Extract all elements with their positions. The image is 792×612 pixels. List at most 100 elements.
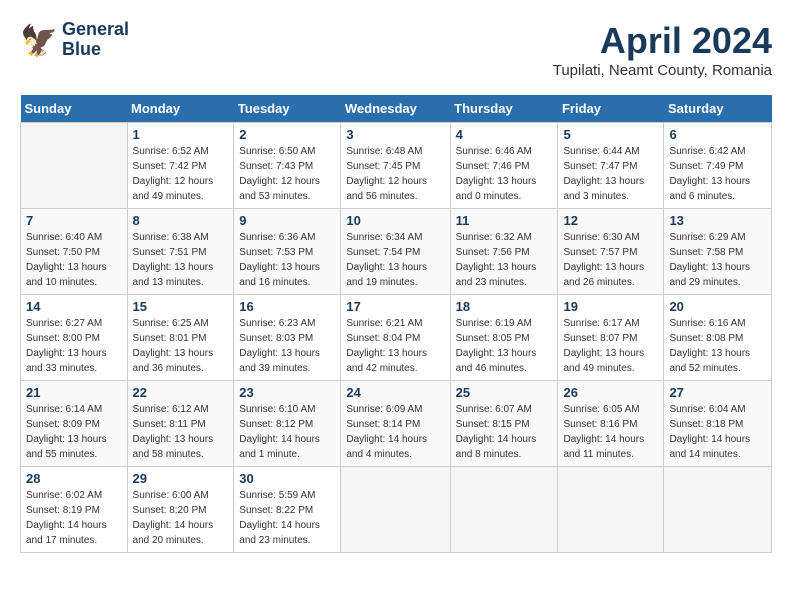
day-cell: 27 Sunrise: 6:04 AM Sunset: 8:18 PM Dayli… xyxy=(664,381,772,467)
day-cell: 10 Sunrise: 6:34 AM Sunset: 7:54 PM Dayli… xyxy=(341,209,450,295)
day-cell: 30Sunrise: 5:59 AM Sunset: 8:22 PM Dayli… xyxy=(234,467,341,553)
day-cell: 21Sunrise: 6:14 AM Sunset: 8:09 PM Dayli… xyxy=(21,381,128,467)
calendar-body: 1 Sunrise: 6:52 AM Sunset: 7:42 PM Daylig… xyxy=(21,123,772,553)
day-number: 19 xyxy=(563,299,658,314)
day-cell: 3 Sunrise: 6:48 AM Sunset: 7:45 PM Daylig… xyxy=(341,123,450,209)
day-info: Sunrise: 6:19 AM Sunset: 8:05 PM Dayligh… xyxy=(456,316,553,376)
day-number: 17 xyxy=(346,299,444,314)
week-row-4: 21Sunrise: 6:14 AM Sunset: 8:09 PM Dayli… xyxy=(21,381,772,467)
day-info: Sunrise: 6:34 AM Sunset: 7:54 PM Dayligh… xyxy=(346,230,444,290)
day-info: Sunrise: 6:00 AM Sunset: 8:20 PM Dayligh… xyxy=(133,488,229,548)
day-info: Sunrise: 6:05 AM Sunset: 8:16 PM Dayligh… xyxy=(563,402,658,462)
day-info: Sunrise: 6:38 AM Sunset: 7:51 PM Dayligh… xyxy=(133,230,229,290)
week-row-5: 28 Sunrise: 6:02 AM Sunset: 8:19 PM Dayli… xyxy=(21,467,772,553)
day-number: 26 xyxy=(563,385,658,400)
day-cell: 29 Sunrise: 6:00 AM Sunset: 8:20 PM Dayli… xyxy=(127,467,234,553)
day-cell: 20Sunrise: 6:16 AM Sunset: 8:08 PM Dayli… xyxy=(664,295,772,381)
logo-line2: Blue xyxy=(62,40,129,60)
day-cell: 1 Sunrise: 6:52 AM Sunset: 7:42 PM Daylig… xyxy=(127,123,234,209)
header-cell-friday: Friday xyxy=(558,95,664,123)
svg-text:🦅: 🦅 xyxy=(20,22,56,58)
day-number: 27 xyxy=(669,385,766,400)
day-number: 13 xyxy=(669,213,766,228)
day-info: Sunrise: 6:17 AM Sunset: 8:07 PM Dayligh… xyxy=(563,316,658,376)
logo-line1: General xyxy=(62,20,129,40)
day-cell: 28 Sunrise: 6:02 AM Sunset: 8:19 PM Dayli… xyxy=(21,467,128,553)
day-cell: 7Sunrise: 6:40 AM Sunset: 7:50 PM Daylig… xyxy=(21,209,128,295)
day-info: Sunrise: 6:48 AM Sunset: 7:45 PM Dayligh… xyxy=(346,144,444,204)
header: 🦅 General Blue April 2024 Tupilati, Neam… xyxy=(20,20,772,79)
day-info: Sunrise: 6:36 AM Sunset: 7:53 PM Dayligh… xyxy=(239,230,335,290)
day-info: Sunrise: 6:52 AM Sunset: 7:42 PM Dayligh… xyxy=(133,144,229,204)
day-number: 10 xyxy=(346,213,444,228)
day-info: Sunrise: 6:29 AM Sunset: 7:58 PM Dayligh… xyxy=(669,230,766,290)
day-info: Sunrise: 6:32 AM Sunset: 7:56 PM Dayligh… xyxy=(456,230,553,290)
day-cell: 6Sunrise: 6:42 AM Sunset: 7:49 PM Daylig… xyxy=(664,123,772,209)
logo: 🦅 General Blue xyxy=(20,20,129,60)
day-cell xyxy=(450,467,558,553)
header-cell-tuesday: Tuesday xyxy=(234,95,341,123)
day-cell: 17 Sunrise: 6:21 AM Sunset: 8:04 PM Dayli… xyxy=(341,295,450,381)
day-number: 11 xyxy=(456,213,553,228)
header-row: SundayMondayTuesdayWednesdayThursdayFrid… xyxy=(21,95,772,123)
day-number: 4 xyxy=(456,127,553,142)
day-number: 9 xyxy=(239,213,335,228)
day-cell: 9 Sunrise: 6:36 AM Sunset: 7:53 PM Daylig… xyxy=(234,209,341,295)
day-cell xyxy=(341,467,450,553)
day-info: Sunrise: 6:10 AM Sunset: 8:12 PM Dayligh… xyxy=(239,402,335,462)
day-cell: 11 Sunrise: 6:32 AM Sunset: 7:56 PM Dayli… xyxy=(450,209,558,295)
day-number: 24 xyxy=(346,385,444,400)
day-number: 23 xyxy=(239,385,335,400)
location-subtitle: Tupilati, Neamt County, Romania xyxy=(553,62,772,79)
day-info: Sunrise: 6:07 AM Sunset: 8:15 PM Dayligh… xyxy=(456,402,553,462)
day-cell: 5Sunrise: 6:44 AM Sunset: 7:47 PM Daylig… xyxy=(558,123,664,209)
day-number: 22 xyxy=(133,385,229,400)
day-cell: 8Sunrise: 6:38 AM Sunset: 7:51 PM Daylig… xyxy=(127,209,234,295)
day-cell: 15 Sunrise: 6:25 AM Sunset: 8:01 PM Dayli… xyxy=(127,295,234,381)
day-number: 3 xyxy=(346,127,444,142)
day-cell: 18Sunrise: 6:19 AM Sunset: 8:05 PM Dayli… xyxy=(450,295,558,381)
calendar-header: SundayMondayTuesdayWednesdayThursdayFrid… xyxy=(21,95,772,123)
day-info: Sunrise: 5:59 AM Sunset: 8:22 PM Dayligh… xyxy=(239,488,335,548)
day-cell: 12Sunrise: 6:30 AM Sunset: 7:57 PM Dayli… xyxy=(558,209,664,295)
day-number: 6 xyxy=(669,127,766,142)
logo-text: General Blue xyxy=(62,20,129,60)
day-number: 2 xyxy=(239,127,335,142)
day-number: 28 xyxy=(26,471,122,486)
day-info: Sunrise: 6:21 AM Sunset: 8:04 PM Dayligh… xyxy=(346,316,444,376)
day-info: Sunrise: 6:50 AM Sunset: 7:43 PM Dayligh… xyxy=(239,144,335,204)
day-cell: 4 Sunrise: 6:46 AM Sunset: 7:46 PM Daylig… xyxy=(450,123,558,209)
day-cell: 2 Sunrise: 6:50 AM Sunset: 7:43 PM Daylig… xyxy=(234,123,341,209)
week-row-2: 7Sunrise: 6:40 AM Sunset: 7:50 PM Daylig… xyxy=(21,209,772,295)
day-number: 29 xyxy=(133,471,229,486)
day-number: 25 xyxy=(456,385,553,400)
header-cell-sunday: Sunday xyxy=(21,95,128,123)
day-info: Sunrise: 6:25 AM Sunset: 8:01 PM Dayligh… xyxy=(133,316,229,376)
day-info: Sunrise: 6:04 AM Sunset: 8:18 PM Dayligh… xyxy=(669,402,766,462)
day-cell xyxy=(664,467,772,553)
day-info: Sunrise: 6:02 AM Sunset: 8:19 PM Dayligh… xyxy=(26,488,122,548)
day-info: Sunrise: 6:14 AM Sunset: 8:09 PM Dayligh… xyxy=(26,402,122,462)
day-info: Sunrise: 6:27 AM Sunset: 8:00 PM Dayligh… xyxy=(26,316,122,376)
day-number: 15 xyxy=(133,299,229,314)
day-info: Sunrise: 6:23 AM Sunset: 8:03 PM Dayligh… xyxy=(239,316,335,376)
day-info: Sunrise: 6:12 AM Sunset: 8:11 PM Dayligh… xyxy=(133,402,229,462)
day-cell: 19 Sunrise: 6:17 AM Sunset: 8:07 PM Dayli… xyxy=(558,295,664,381)
week-row-1: 1 Sunrise: 6:52 AM Sunset: 7:42 PM Daylig… xyxy=(21,123,772,209)
day-info: Sunrise: 6:40 AM Sunset: 7:50 PM Dayligh… xyxy=(26,230,122,290)
day-number: 1 xyxy=(133,127,229,142)
day-number: 16 xyxy=(239,299,335,314)
day-cell: 26 Sunrise: 6:05 AM Sunset: 8:16 PM Dayli… xyxy=(558,381,664,467)
day-cell: 23 Sunrise: 6:10 AM Sunset: 8:12 PM Dayli… xyxy=(234,381,341,467)
day-cell: 24Sunrise: 6:09 AM Sunset: 8:14 PM Dayli… xyxy=(341,381,450,467)
header-cell-monday: Monday xyxy=(127,95,234,123)
day-info: Sunrise: 6:46 AM Sunset: 7:46 PM Dayligh… xyxy=(456,144,553,204)
day-cell: 22 Sunrise: 6:12 AM Sunset: 8:11 PM Dayli… xyxy=(127,381,234,467)
day-number: 12 xyxy=(563,213,658,228)
day-number: 5 xyxy=(563,127,658,142)
header-cell-saturday: Saturday xyxy=(664,95,772,123)
day-info: Sunrise: 6:16 AM Sunset: 8:08 PM Dayligh… xyxy=(669,316,766,376)
title-area: April 2024 Tupilati, Neamt County, Roman… xyxy=(553,20,772,79)
day-cell xyxy=(558,467,664,553)
day-cell: 25 Sunrise: 6:07 AM Sunset: 8:15 PM Dayli… xyxy=(450,381,558,467)
